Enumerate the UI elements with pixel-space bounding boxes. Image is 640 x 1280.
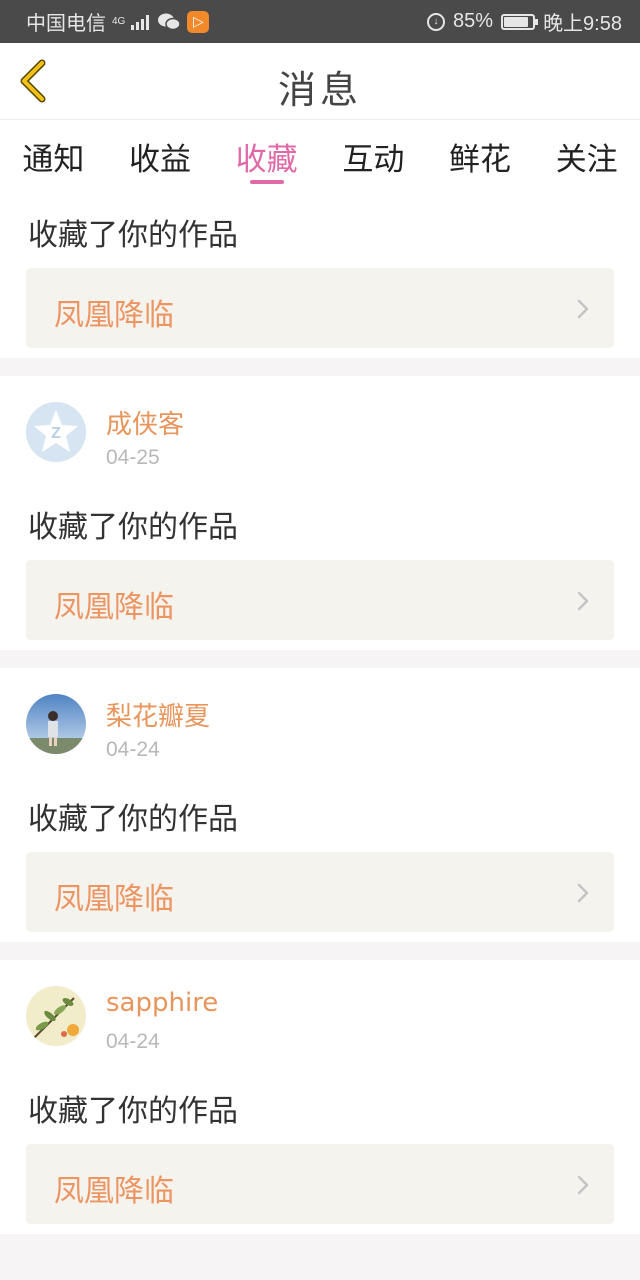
- work-title: 凤凰降临: [54, 882, 174, 917]
- svg-text:Z: Z: [51, 425, 61, 442]
- chevron-right-icon: [577, 299, 589, 319]
- status-bar: 中国电信 4G ▷ ↓ 85% 晚上9:58: [0, 0, 640, 43]
- status-right: ↓ 85% 晚上9:58: [419, 7, 622, 36]
- message-list-content: 04-25 收藏了你的作品 凤凰降临 Z 成侠客 04-25 收藏了你的作品 凤…: [0, 188, 640, 1252]
- chevron-right-icon: [577, 1175, 589, 1195]
- carrier-label: 中国电信: [26, 13, 106, 35]
- network-type-label: 4G: [112, 15, 126, 27]
- avatar[interactable]: Z: [26, 402, 86, 462]
- list-item: sapphire 04-24 收藏了你的作品 凤凰降临: [0, 960, 640, 1234]
- star-avatar-icon: Z: [26, 402, 86, 462]
- app-notification-icon: ▷: [187, 10, 210, 33]
- data-saver-icon: ↓: [427, 12, 446, 31]
- work-link[interactable]: 凤凰降临: [26, 268, 614, 348]
- tab-follows[interactable]: 关注: [533, 120, 640, 188]
- message-date: 04-24: [106, 738, 160, 761]
- list-item: Z 成侠客 04-25 收藏了你的作品 凤凰降临: [0, 376, 640, 650]
- list-item: 04-25 收藏了你的作品 凤凰降临: [0, 188, 640, 358]
- tab-interactions[interactable]: 互动: [320, 120, 427, 188]
- status-time: 晚上9:58: [543, 13, 622, 35]
- avatar[interactable]: [26, 694, 86, 754]
- work-title: 凤凰降临: [54, 1174, 174, 1209]
- username[interactable]: 梨花瓣夏: [106, 696, 210, 733]
- message-date: 04-25: [106, 446, 160, 469]
- action-text: 收藏了你的作品: [28, 802, 238, 837]
- message-list[interactable]: 04-25 收藏了你的作品 凤凰降临 Z 成侠客 04-25 收藏了你的作品 凤…: [0, 188, 640, 1280]
- chevron-right-icon: [577, 591, 589, 611]
- tab-favorites[interactable]: 收藏: [213, 120, 320, 188]
- action-text: 收藏了你的作品: [28, 510, 238, 545]
- username[interactable]: sapphire: [106, 988, 218, 1018]
- battery-fill: [504, 16, 529, 27]
- signal-icon: [131, 14, 151, 30]
- username[interactable]: 成侠客: [106, 404, 184, 441]
- photo-avatar-icon: [26, 694, 86, 754]
- tab-notifications[interactable]: 通知: [0, 120, 107, 188]
- work-title: 凤凰降临: [54, 590, 174, 625]
- avatar[interactable]: [26, 986, 86, 1046]
- battery-percent: 85%: [453, 10, 494, 32]
- battery-icon: [501, 13, 539, 30]
- work-title: 凤凰降临: [54, 298, 174, 333]
- illustration-avatar-icon: [26, 986, 86, 1046]
- category-tabs: 通知 收益 收藏 互动 鲜花 关注: [0, 120, 640, 188]
- message-date: 04-24: [106, 1030, 160, 1053]
- tab-flowers[interactable]: 鲜花: [427, 120, 534, 188]
- status-left: 中国电信 4G ▷: [26, 7, 215, 36]
- top-nav-bar: 消息: [0, 43, 640, 120]
- action-text: 收藏了你的作品: [28, 218, 238, 253]
- chevron-right-icon: [577, 883, 589, 903]
- work-link[interactable]: 凤凰降临: [26, 560, 614, 640]
- tab-earnings[interactable]: 收益: [107, 120, 214, 188]
- wechat-icon: [158, 13, 182, 30]
- action-text: 收藏了你的作品: [28, 1094, 238, 1129]
- list-item: 梨花瓣夏 04-24 收藏了你的作品 凤凰降临: [0, 668, 640, 942]
- work-link[interactable]: 凤凰降临: [26, 1144, 614, 1224]
- page-title: 消息: [277, 68, 362, 112]
- work-link[interactable]: 凤凰降临: [26, 852, 614, 932]
